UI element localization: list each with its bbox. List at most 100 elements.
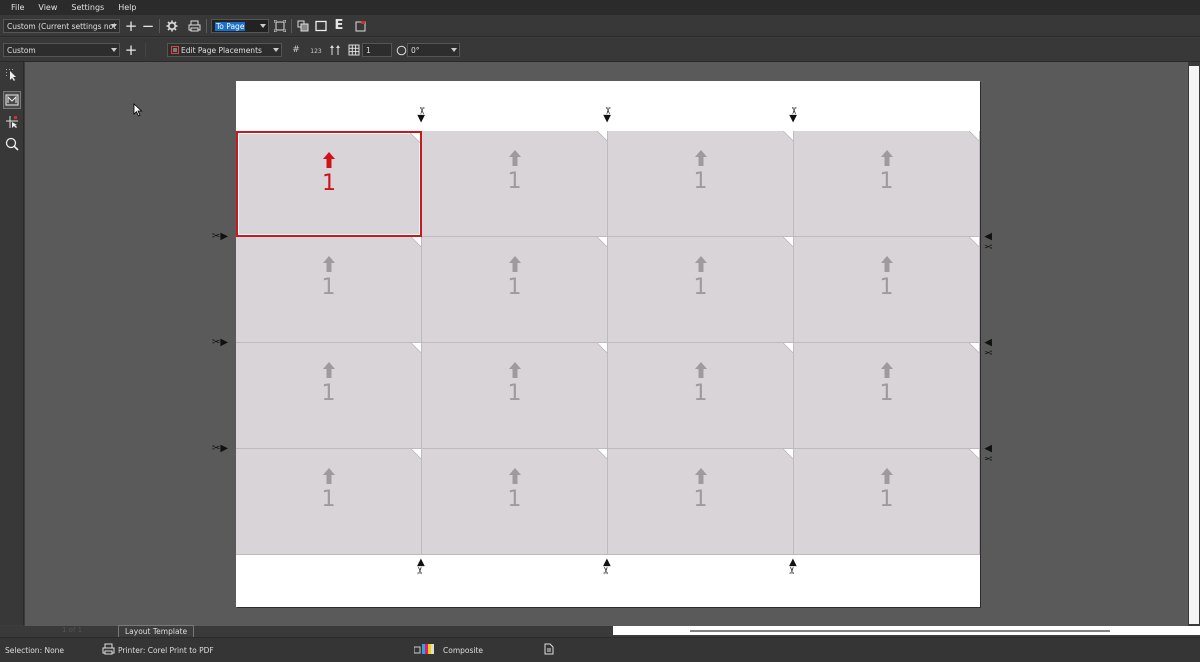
imposition-cell[interactable]: 1 [794, 237, 980, 343]
e-icon: E [334, 17, 344, 33]
toolbar-separator [159, 19, 160, 33]
zoom-combo[interactable]: To Page [211, 19, 269, 33]
chevron-down-icon [273, 48, 279, 52]
tile-icon [297, 20, 309, 32]
vertical-scroll-thumb[interactable] [1189, 66, 1199, 624]
minus-icon: − [141, 17, 155, 35]
print-preview-window: File View Settings Help Custom (Current … [0, 0, 1200, 662]
imposition-cell[interactable]: 1 [608, 237, 794, 343]
page-nav-label: 1 of 1 [62, 626, 83, 634]
arrow-up-icon [323, 152, 335, 168]
imposition-cell[interactable]: 1 [236, 449, 422, 555]
imposition-tool[interactable] [3, 91, 21, 109]
rotation-value: 0° [411, 46, 420, 55]
zoom-tool[interactable] [3, 135, 21, 153]
layout-template-tab[interactable]: Layout Template [118, 625, 195, 637]
invert-button[interactable] [354, 18, 368, 34]
scissors-icon: ✂▶ [212, 231, 229, 242]
imposition-cell[interactable]: 1 [422, 449, 608, 555]
imposition-cell[interactable]: 1 [794, 449, 980, 555]
page-corner-line [410, 133, 420, 143]
page-corner-line [411, 449, 421, 459]
page-number: 1 [321, 381, 336, 406]
rotate-icon [396, 45, 406, 55]
rotate-button[interactable] [395, 42, 407, 58]
page-numbering-button[interactable]: # [289, 42, 303, 58]
imposition-cell[interactable]: 1 [422, 131, 608, 237]
toolbar-separator [145, 43, 146, 57]
document-icon [544, 643, 554, 655]
page-number: 1 [879, 487, 894, 512]
print-style-combo[interactable]: Custom (Current settings not ... [3, 19, 120, 33]
imposition-cell[interactable]: 1 [422, 343, 608, 449]
imposition-cell[interactable]: 1 [608, 343, 794, 449]
menu-help[interactable]: Help [111, 3, 143, 12]
page-number: 1 [879, 381, 894, 406]
layout-icon [171, 46, 179, 54]
page-number: 1 [693, 169, 708, 194]
chevron-down-icon [451, 48, 457, 52]
add-layout-button[interactable]: + [124, 41, 138, 59]
page-corner-line [783, 131, 793, 141]
arrow-up-icon [880, 468, 893, 484]
scissors-icon: ✂▶ [601, 558, 613, 575]
chevron-down-icon [111, 24, 117, 28]
imposition-cell[interactable]: 1 [422, 237, 608, 343]
color-mode-status[interactable]: Composite [443, 646, 483, 655]
page-number: 1 [693, 487, 708, 512]
imposition-cell[interactable]: 1 [236, 131, 422, 237]
page-corner-line [969, 131, 979, 141]
scissors-icon: ✂▶ [212, 337, 229, 348]
placement-value: Edit Page Placements [181, 46, 262, 55]
menu-view[interactable]: View [31, 3, 64, 12]
emulsion-button[interactable]: E [332, 17, 346, 33]
imposition-direction-button[interactable] [328, 42, 342, 58]
imposition-tool-icon [5, 94, 19, 106]
page-number: 1 [879, 169, 894, 194]
imposition-cell[interactable]: 1 [236, 343, 422, 449]
gutter-tool-icon [6, 116, 18, 128]
sequence-icon: 123 [310, 47, 322, 55]
menu-file[interactable]: File [4, 3, 31, 12]
layout-combo[interactable]: Custom [3, 43, 120, 57]
arrow-up-icon [880, 362, 893, 378]
toolbar-separator [206, 19, 207, 33]
page-navigator[interactable]: 1 of 1 [28, 626, 118, 636]
imposition-cell[interactable]: 1 [794, 131, 980, 237]
imposition-cell[interactable]: 1 [608, 449, 794, 555]
imposition-cell[interactable]: 1 [608, 131, 794, 237]
preview-canvas[interactable]: 1 1 1 1 1 1 1 1 1 1 1 1 1 1 1 1 ✂▶ ✂▶ ✂▶ ✂▶ ✂▶ ✂▶ ✂▶ ✂▶ ✂▶ ✂▶ ✂▶ ✂▶ [25, 62, 1188, 626]
add-preset-button[interactable]: + [124, 17, 138, 35]
selection-status: Selection: None [5, 646, 65, 655]
color-preview-button[interactable] [296, 18, 310, 34]
printer-status[interactable]: Printer: Corel Print to PDF [118, 646, 214, 655]
full-screen-button[interactable] [273, 18, 287, 34]
page-number-value: 1 [366, 46, 371, 55]
pick-tool[interactable] [3, 66, 21, 84]
gutter-tool[interactable] [3, 113, 21, 131]
scissors-icon: ✂▶ [787, 106, 799, 123]
page-corner-line [597, 131, 607, 141]
printer-icon [102, 643, 115, 655]
print-button[interactable] [187, 18, 201, 34]
arrow-up-icon [694, 468, 707, 484]
page-number: 1 [507, 487, 522, 512]
print-options-button[interactable] [165, 18, 179, 34]
number-sequence-button[interactable]: 123 [309, 44, 323, 58]
toolbox [0, 62, 24, 625]
show-image-button[interactable] [314, 18, 328, 34]
page-corner-line [597, 449, 607, 459]
page-corner-line [969, 449, 979, 459]
chevron-down-icon [111, 48, 117, 52]
imposition-cell[interactable]: 1 [794, 343, 980, 449]
page-number: 1 [693, 381, 708, 406]
horizontal-scroll-thumb[interactable] [690, 630, 1110, 632]
placement-combo[interactable]: Edit Page Placements [167, 43, 282, 57]
remove-preset-button[interactable]: − [141, 17, 155, 35]
rotation-combo[interactable]: 0° [407, 43, 460, 57]
grid-button[interactable] [347, 42, 361, 58]
imposition-cell[interactable]: 1 [236, 237, 422, 343]
scissors-icon: ✂▶ [984, 337, 993, 357]
menu-settings[interactable]: Settings [64, 3, 111, 12]
page-number-spinner[interactable]: 1 [362, 43, 392, 57]
